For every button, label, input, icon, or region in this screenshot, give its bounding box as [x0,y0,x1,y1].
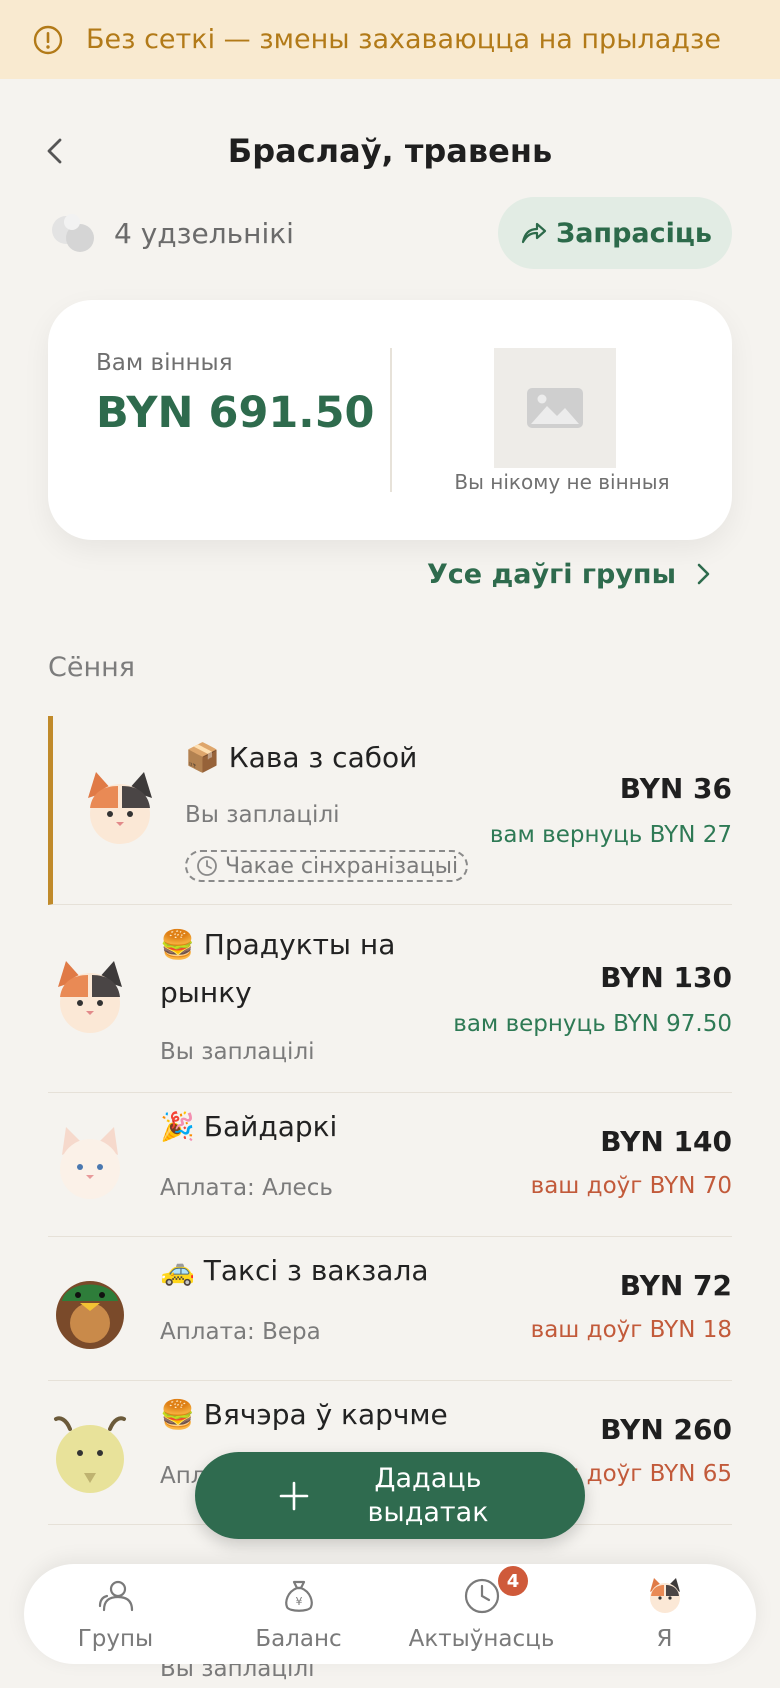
tab-balance-label: Баланс [255,1626,342,1652]
expense-item[interactable]: 🎉 Байдаркі Аплата: Алесь BYN 140 ваш доў… [48,1093,732,1237]
clock-icon [464,1578,499,1614]
expense-list: 📦 Кава з сабой Вы заплацілі Чакае сінхра… [48,716,732,1525]
invite-button-label: Запрасіць [556,217,712,249]
expense-title: 🎉 Байдаркі [160,1110,338,1143]
expense-title: 🚕 Таксі з вакзала [160,1254,429,1287]
all-debts-label: Усе даўгі групы [426,558,676,590]
header: Браслаў, травень [0,118,780,184]
members-row: 4 удзельнікі Запрасіць [48,195,732,271]
expense-share: ваш доўг BYN 18 [530,1317,732,1343]
back-icon[interactable] [36,132,74,170]
expense-payer: Аплата: Алесь [160,1175,333,1201]
owe-nobody-text: Вы нікому не вінныя [454,470,670,494]
expense-amount: BYN 36 [619,772,732,805]
expense-amount: BYN 260 [600,1413,732,1446]
all-debts-link[interactable]: Усе даўгі групы [427,552,716,596]
goat-avatar-icon [54,1416,126,1493]
svg-text:¥: ¥ [295,1595,302,1608]
calico-cat-avatar-icon [88,772,152,844]
page-title: Браслаў, травень [227,132,553,170]
white-cat-avatar-icon [60,1127,120,1199]
expense-item[interactable]: 📦 Кава з сабой Вы заплацілі Чакае сінхра… [48,716,732,905]
bottom-tab-bar: Групы ¥ Баланс 4 Актыўнасць Я [24,1564,756,1664]
share-icon [521,222,547,244]
members-avatars-icon[interactable] [48,208,98,258]
expense-amount: BYN 72 [619,1269,732,1302]
section-header-today: Сёння [48,652,136,683]
tab-groups[interactable]: Групы [24,1576,207,1652]
add-expense-button[interactable]: Дадаць выдатак [195,1452,585,1539]
expense-amount: BYN 140 [600,1125,732,1158]
clock-icon [197,856,217,876]
balance-card: Вам вінныя BYN 691.50 Вы нікому не вінны… [48,300,732,540]
money-bag-icon: ¥ [284,1580,313,1612]
activity-count-badge: 4 [498,1566,528,1596]
owed-amount: BYN 691.50 [96,388,375,438]
expense-item[interactable]: 🍔 Прадукты на рынку Вы заплацілі BYN 130… [48,905,732,1093]
duck-owl-avatar-icon [56,1281,124,1349]
chevron-right-icon [697,563,710,585]
tab-activity-label: Актыўнасць [408,1626,555,1652]
offline-banner: Без сеткі — змены захаваюцца на прыладзе [0,0,780,79]
expense-payer: Вы заплацілі [160,1039,315,1065]
invite-button[interactable]: Запрасіць [498,197,732,269]
image-placeholder [494,348,616,468]
tab-groups-label: Групы [77,1626,154,1652]
profile-avatar-icon [649,1578,680,1613]
owed-label: Вам вінныя [96,350,233,376]
offline-banner-text: Без сеткі — змены захаваюцца на прыладзе [86,24,721,55]
sync-status-text: Чакае сінхранізацыі [225,853,459,879]
tab-balance[interactable]: ¥ Баланс [207,1576,390,1652]
expense-share: вам вернуць BYN 97.50 [453,1011,732,1037]
members-count[interactable]: 4 удзельнікі [114,217,294,250]
image-placeholder-icon [527,388,583,428]
add-expense-label: Дадаць выдатак [367,1462,489,1528]
tab-profile[interactable]: Я [573,1576,756,1652]
calico-cat-avatar-icon [58,961,122,1033]
expense-amount: BYN 130 [600,961,732,994]
expense-share: вам вернуць BYN 27 [489,822,732,848]
expense-share: ваш доўг BYN 70 [530,1173,732,1199]
expense-title: 📦 Кава з сабой [185,741,418,774]
expense-title: 🍔 Вячэра ў карчме [160,1398,448,1431]
warning-icon [33,25,63,54]
people-icon [98,1580,133,1612]
expense-item[interactable]: 🚕 Таксі з вакзала Аплата: Вера BYN 72 ва… [48,1237,732,1381]
card-divider [390,348,392,492]
plus-icon [279,1481,309,1510]
sync-status-badge: Чакае сінхранізацыі [185,850,469,882]
expense-payer: Вы заплацілі [185,802,340,828]
expense-payer: Аплата: Вера [160,1319,321,1345]
tab-profile-label: Я [656,1626,673,1652]
tab-activity[interactable]: 4 Актыўнасць [390,1566,573,1652]
expense-title: 🍔 Прадукты на рынку [160,928,396,1009]
